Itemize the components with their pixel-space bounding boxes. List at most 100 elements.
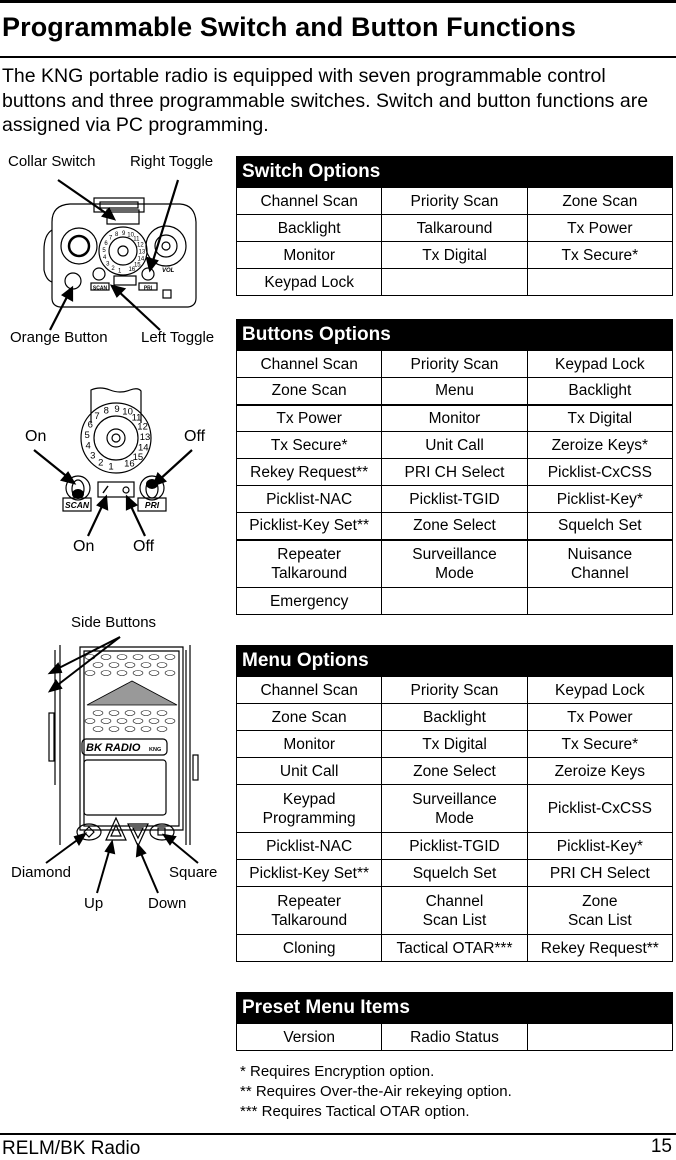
dial-number: 3 [90, 451, 95, 462]
scan-label: SCAN [65, 500, 90, 510]
grille-hole [132, 654, 144, 660]
grille-hole [140, 662, 152, 668]
grille-hole [124, 726, 136, 732]
option-cell: Zeroize Keys [526, 757, 674, 785]
arrow-side-button-1 [54, 636, 121, 671]
option-cell: Unit Call [381, 431, 528, 459]
top-rule [0, 0, 676, 3]
table-row: Channel Scan Priority Scan Keypad Lock [235, 350, 674, 378]
footnote-otar-rekey: ** Requires Over-the-Air rekeying option… [240, 1083, 512, 1100]
option-cell: Tx Digital [381, 241, 528, 269]
option-cell: Tx Power [526, 214, 674, 242]
option-cell: Picklist-Key* [526, 832, 674, 860]
grille-hole [84, 670, 96, 676]
option-cell [381, 268, 528, 296]
grille-hole [92, 662, 104, 668]
option-cell: Priority Scan [381, 187, 528, 215]
right-toggle [141, 267, 155, 281]
option-cell: Priority Scan [381, 676, 528, 704]
grille-chevron [86, 680, 178, 706]
dial-number: 6 [88, 420, 93, 431]
menu-options-header: Menu Options [236, 645, 673, 676]
option-cell: Picklist-TGID [381, 485, 528, 513]
dial-number: 2 [98, 458, 103, 469]
table-row: Backlight Talkaround Tx Power [235, 214, 674, 242]
buttons-options-table: Channel Scan Priority Scan Keypad Lock Zone… [235, 350, 674, 615]
title-divider [0, 56, 676, 58]
switch-options-section: Switch Options Channel Scan Priority Scan… [235, 156, 674, 296]
option-cell: Priority Scan [381, 350, 528, 378]
radio-front-view-figure: Side Buttons Diamond Up Down Square BK R… [0, 605, 235, 915]
option-cell: Emergency [235, 587, 383, 615]
model-label: KNG [149, 747, 161, 753]
dial-number: 16 [124, 459, 135, 470]
option-cell [526, 1023, 674, 1051]
dial-number: 9 [114, 404, 119, 415]
option-cell [381, 587, 528, 615]
arrow-square [168, 838, 199, 864]
grille-hole [116, 670, 128, 676]
footer-publisher: RELM/BK Radio [2, 1138, 141, 1159]
table-row: Cloning Tactical OTAR*** Rekey Request** [235, 934, 674, 962]
option-cell: Monitor [381, 403, 528, 432]
grille-hole [92, 726, 104, 732]
option-cell: Channel Scan [235, 676, 383, 704]
radio-front-illustration: BK RADIO KNG [45, 636, 199, 894]
dial-number: 4 [85, 441, 90, 452]
grille-hole [132, 718, 144, 724]
dial-number: 7 [94, 411, 99, 422]
grille-hole [92, 710, 104, 716]
option-cell: Tx Power [235, 403, 383, 432]
grille-hole [108, 662, 120, 668]
dial-number: 6 [104, 241, 108, 247]
option-cell: Zeroize Keys* [526, 431, 674, 459]
table-row: Picklist-Key Set** Squelch Set PRI CH Sele… [235, 859, 674, 887]
table-row: Rekey Request** PRI CH Select Picklist-CxC… [235, 458, 674, 486]
option-cell: Zone Scan [235, 377, 383, 405]
grille-hole [148, 670, 160, 676]
option-cell: Talkaround [381, 214, 528, 242]
option-cell: Picklist-TGID [381, 832, 528, 860]
grille-hole [140, 710, 152, 716]
grille-hole [156, 662, 168, 668]
arrow-orange-button [49, 292, 70, 331]
grille-hole [140, 726, 152, 732]
dial-number: 1 [108, 462, 113, 473]
footnote-tactical-otar: *** Requires Tactical OTAR option. [240, 1103, 470, 1120]
option-cell: Backlight [381, 703, 528, 731]
dial-number: 9 [122, 231, 126, 237]
antenna-base [60, 227, 98, 265]
option-cell: Cloning [235, 934, 383, 962]
option-cell: Zone Scan List [526, 886, 674, 935]
option-cell: PRI CH Select [381, 458, 528, 486]
page-title: Programmable Switch and Button Functions [2, 12, 577, 42]
grille-hole [116, 654, 128, 660]
grille-hole [148, 654, 160, 660]
option-cell: Version [235, 1023, 383, 1051]
option-cell: Zone Scan [235, 703, 383, 731]
footnote-encryption: * Requires Encryption option. [240, 1063, 435, 1080]
intro-paragraph: The KNG portable radio is equipped with … [2, 65, 649, 136]
dial-number: 5 [102, 248, 106, 254]
grille-hole [156, 710, 168, 716]
option-cell: Keypad Lock [526, 676, 674, 704]
option-cell: Repeater Talkaround [235, 538, 383, 588]
arrow-side-button-2 [54, 636, 121, 688]
table-row: Monitor Tx Digital Tx Secure* [235, 241, 674, 269]
pri-label: PRI [144, 286, 153, 292]
option-cell: Backlight [235, 214, 383, 242]
arrow-right-toggle [150, 179, 180, 265]
switch-options-table: Channel Scan Priority Scan Zone Scan Backli… [235, 187, 674, 296]
option-cell: Picklist-Key* [526, 485, 674, 513]
option-cell: Nuisance Channel [526, 538, 674, 588]
option-cell: Monitor [235, 241, 383, 269]
grille-hole [164, 670, 176, 676]
dial-number: 13 [140, 432, 151, 443]
arrow-diamond [45, 837, 81, 864]
table-row: Keypad Programming Surveillance Mode Picklis… [235, 784, 674, 833]
option-cell: Keypad Programming [235, 784, 383, 833]
grille-hole [100, 718, 112, 724]
table-row: Channel Scan Priority Scan Zone Scan [235, 187, 674, 215]
dial-number: 12 [137, 421, 148, 432]
preset-menu-items-table: Version Radio Status [235, 1023, 674, 1051]
